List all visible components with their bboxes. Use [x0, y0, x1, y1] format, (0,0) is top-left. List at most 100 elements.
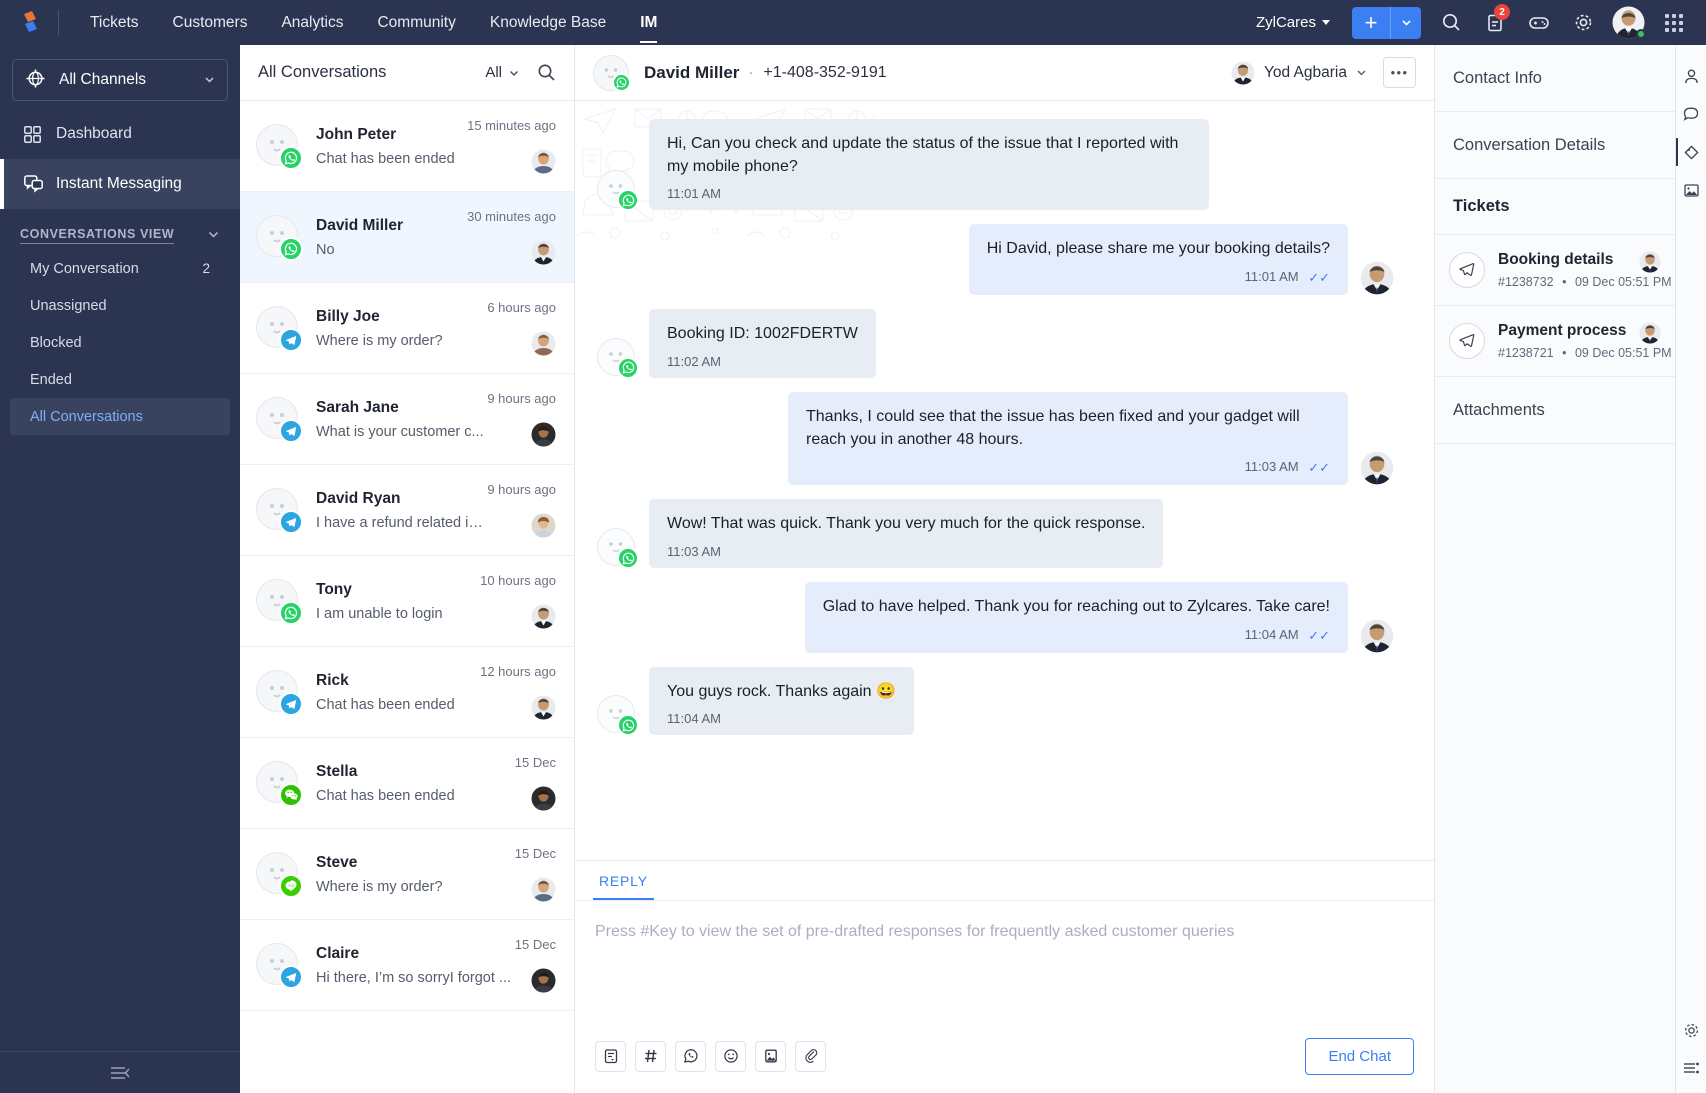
conversation-name: David Miller	[316, 216, 403, 234]
channel-selector[interactable]: All Channels	[12, 59, 228, 101]
conversation-filter[interactable]: All	[485, 64, 519, 81]
sidebar-item-dashboard[interactable]: Dashboard	[0, 109, 240, 159]
conversation-item-claire[interactable]: Claire Hi there, I’m so sorryI forgot ..…	[240, 920, 574, 1011]
conversation-time: 6 hours ago	[487, 300, 556, 315]
apps-grid-icon[interactable]	[1652, 0, 1696, 45]
conversation-icon[interactable]	[1676, 95, 1706, 133]
message-row-incoming: Wow! That was quick. Thank you very much…	[597, 499, 1394, 570]
conversation-list-header: All Conversations All	[240, 45, 574, 101]
conversation-name: Claire	[316, 944, 360, 962]
ticket-item-booking-details[interactable]: Booking details #1238732 • 09 Dec 05:51 …	[1435, 235, 1675, 306]
contact-avatar	[593, 54, 631, 92]
assigned-agent-selector[interactable]: Yod Agbaria	[1231, 60, 1367, 85]
nav-knowledge-base[interactable]: Knowledge Base	[473, 0, 623, 45]
sidebar-view-blocked[interactable]: Blocked	[10, 324, 230, 361]
nav-analytics[interactable]: Analytics	[264, 0, 360, 45]
chevron-down-icon[interactable]	[207, 228, 220, 244]
message-bubble: Wow! That was quick. Thank you very much…	[649, 499, 1164, 569]
conversation-preview: I have a refund related is...	[316, 514, 488, 531]
media-icon[interactable]	[1676, 171, 1706, 209]
conversation-item-david-miller[interactable]: David Miller No 30 minutes ago	[240, 192, 574, 283]
chat-panel: David Miller · +1-408-352-9191 Yod Agbar…	[575, 45, 1435, 1093]
conversation-item-steve[interactable]: LINE Steve Where is my order? 15 Dec	[240, 829, 574, 920]
avatar	[256, 397, 303, 443]
contact-person-icon[interactable]	[1676, 57, 1706, 95]
user-avatar[interactable]	[1612, 6, 1646, 39]
ticket-meta: #1238732 • 09 Dec 05:51 PM	[1498, 275, 1672, 289]
conversation-item-billy-joe[interactable]: Billy Joe Where is my order? 6 hours ago	[240, 283, 574, 374]
nav-tickets[interactable]: Tickets	[73, 0, 156, 45]
conversation-item-tony[interactable]: Tony I am unable to login 10 hours ago	[240, 556, 574, 647]
nav-im[interactable]: IM	[623, 0, 674, 45]
canned-response-icon[interactable]	[595, 1040, 626, 1072]
settings-icon[interactable]	[1676, 1011, 1706, 1049]
message-text: You guys rock. Thanks again 😀	[667, 682, 896, 700]
assignee-avatar	[531, 513, 556, 538]
image-icon[interactable]	[755, 1040, 786, 1072]
end-chat-button[interactable]: End Chat	[1305, 1037, 1414, 1075]
conversation-name: Stella	[316, 762, 358, 780]
telegram-channel-icon	[279, 328, 303, 352]
conversation-item-sarah-jane[interactable]: Sarah Jane What is your customer c... 9 …	[240, 374, 574, 465]
reply-input[interactable]: Press #Key to view the set of pre-drafte…	[575, 901, 1434, 1027]
search-icon[interactable]	[537, 63, 556, 82]
assignee-avatar	[531, 331, 556, 356]
message-time: 11:04 AM	[667, 711, 721, 727]
add-dropdown-button[interactable]	[1391, 6, 1421, 39]
conversation-preview: No	[316, 241, 335, 258]
conversation-item-david-ryan[interactable]: David Ryan I have a refund related is...…	[240, 465, 574, 556]
section-attachments[interactable]: Attachments	[1435, 377, 1675, 444]
conversation-list: All Conversations All John Peter Chat ha…	[240, 45, 575, 1093]
sidebar: All Channels Dashboard Instant Messaging…	[0, 45, 240, 1093]
ticket-date: 09 Dec 05:51 PM	[1574, 275, 1672, 289]
gamification-icon[interactable]	[1517, 0, 1561, 45]
message-list[interactable]: Hi, Can you check and update the status …	[575, 101, 1434, 860]
nav-community[interactable]: Community	[360, 0, 472, 45]
read-receipt-icon: ✓✓	[1308, 270, 1330, 286]
sidebar-item-instant-messaging[interactable]: Instant Messaging	[0, 159, 240, 209]
section-contact-info[interactable]: Contact Info	[1435, 45, 1675, 112]
conversation-meta: 10 hours ago	[480, 573, 556, 629]
avatar	[256, 488, 303, 534]
conversation-item-stella[interactable]: Stella Chat has been ended 15 Dec	[240, 738, 574, 829]
collapse-sidebar-icon[interactable]	[0, 1051, 240, 1093]
sidebar-view-ended[interactable]: Ended	[10, 361, 230, 398]
telegram-channel-icon	[279, 510, 303, 534]
add-button[interactable]: +	[1352, 6, 1390, 39]
chevron-down-icon	[1322, 20, 1330, 25]
sidebar-view-unassigned[interactable]: Unassigned	[10, 287, 230, 324]
ticket-item-payment-process[interactable]: Payment process #1238721 • 09 Dec 05:51 …	[1435, 306, 1675, 377]
section-conversation-details[interactable]: Conversation Details	[1435, 112, 1675, 179]
chat-header: David Miller · +1-408-352-9191 Yod Agbar…	[575, 45, 1434, 101]
sidebar-view-label: My Conversation	[30, 260, 139, 277]
org-selector[interactable]: ZylCares	[1242, 14, 1344, 31]
settings-icon[interactable]	[1561, 0, 1605, 45]
message-bubble: You guys rock. Thanks again 😀 11:04 AM	[649, 666, 914, 736]
sidebar-view-my-conversation[interactable]: My Conversation 2	[10, 250, 230, 287]
attachment-icon[interactable]	[795, 1040, 826, 1072]
sidebar-view-all-conversations[interactable]: All Conversations	[10, 398, 230, 435]
more-options-button[interactable]: •••	[1383, 57, 1416, 88]
whatsapp-channel-icon	[617, 714, 639, 737]
search-icon[interactable]	[1429, 0, 1473, 45]
conversation-item-rick[interactable]: Rick Chat has been ended 12 hours ago	[240, 647, 574, 738]
sidebar-view-label: Unassigned	[30, 297, 107, 314]
hash-icon[interactable]	[635, 1040, 666, 1072]
message-time: 11:03 AM	[1244, 459, 1299, 475]
notes-icon[interactable]: 2	[1473, 0, 1517, 45]
list-settings-icon[interactable]	[1676, 1049, 1706, 1087]
whatsapp-icon[interactable]	[675, 1040, 706, 1072]
app-logo-icon[interactable]	[14, 6, 48, 40]
conversation-name: Steve	[316, 853, 358, 871]
tag-icon[interactable]	[1675, 133, 1706, 171]
conversations-view-header[interactable]: CONVERSATIONS VIEW	[0, 209, 240, 250]
telegram-channel-icon	[279, 419, 303, 443]
conversation-item-body: Tony I am unable to login	[316, 581, 480, 622]
assignee-avatar	[531, 149, 556, 174]
conversation-items[interactable]: John Peter Chat has been ended 15 minute…	[240, 101, 574, 1093]
avatar	[256, 215, 303, 261]
conversation-item-john-peter[interactable]: John Peter Chat has been ended 15 minute…	[240, 101, 574, 192]
emoji-icon[interactable]	[715, 1040, 746, 1072]
nav-customers[interactable]: Customers	[156, 0, 265, 45]
tab-reply[interactable]: REPLY	[593, 873, 654, 900]
